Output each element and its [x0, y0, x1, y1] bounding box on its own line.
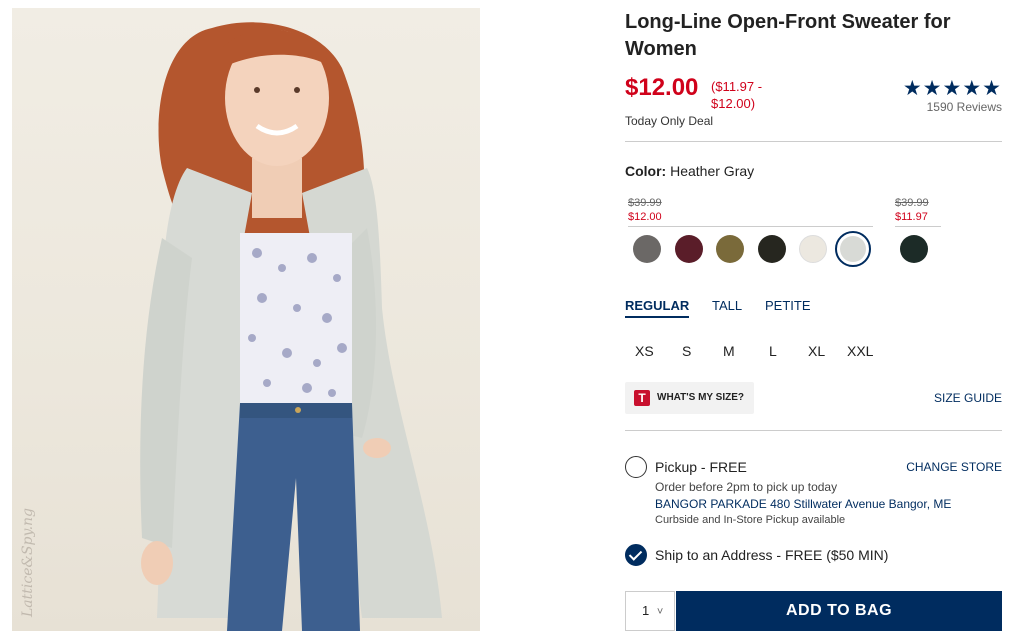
size-option-xl[interactable]: XL — [808, 343, 825, 359]
pickup-radio[interactable] — [625, 456, 647, 478]
size-guide-link[interactable]: SIZE GUIDE — [934, 391, 1002, 405]
pickup-option-label[interactable]: Pickup - FREE — [655, 459, 747, 475]
sale-price: $12.00 — [625, 74, 699, 101]
swatch-group-divider — [895, 226, 941, 227]
change-store-link[interactable]: CHANGE STORE — [906, 460, 1002, 474]
color-label: Color: — [625, 163, 667, 179]
size-option-xxl[interactable]: XXL — [847, 343, 873, 359]
color-swatch-charcoal[interactable] — [633, 235, 661, 263]
whats-my-size-button[interactable]: T WHAT'S MY SIZE? — [625, 382, 754, 414]
color-value: Heather Gray — [670, 163, 755, 179]
quantity-value: 1 — [642, 603, 650, 618]
deal-label: Today Only Deal — [625, 114, 714, 128]
swatch-group-price: $39.99 $12.00 — [628, 196, 662, 224]
size-option-xs[interactable]: XS — [635, 343, 654, 359]
curbside-info-text: Curbside and In-Store Pickup available — [655, 514, 846, 526]
discount-price: $12.00 — [628, 211, 662, 223]
quantity-select[interactable]: 1 ˅ — [625, 591, 675, 631]
original-price: $39.99 — [628, 197, 662, 209]
color-swatch-burgundy[interactable] — [675, 235, 703, 263]
rating-stars-icon[interactable]: ★★★★★ — [903, 76, 1002, 101]
swatch-group-price: $39.99 $11.97 — [895, 196, 929, 224]
size-option-l[interactable]: L — [769, 343, 777, 359]
product-image[interactable]: Lattice&Spy.ng — [12, 8, 480, 631]
tab-regular[interactable]: REGULAR — [625, 298, 690, 318]
swatch-group-divider — [628, 226, 873, 227]
color-swatch-heather-gray[interactable] — [835, 231, 871, 267]
watermark-text: Lattice&Spy.ng — [20, 508, 36, 617]
pickup-info-text: Order before 2pm to pick up today — [655, 480, 838, 494]
product-photo-illustration — [140, 22, 442, 631]
size-option-s[interactable]: S — [682, 343, 691, 359]
color-swatch-black[interactable] — [758, 235, 786, 263]
ship-radio-checkmark-icon[interactable] — [625, 544, 647, 566]
color-swatch-olive[interactable] — [716, 235, 744, 263]
color-selection-label: Color: Heather Gray — [625, 163, 754, 179]
size-option-m[interactable]: M — [723, 343, 735, 359]
price-range: ($11.97 - $12.00) — [711, 79, 763, 111]
tab-petite[interactable]: PETITE — [765, 298, 811, 313]
color-swatch-cream[interactable] — [799, 235, 827, 263]
whats-my-size-label: WHAT'S MY SIZE? — [657, 392, 745, 403]
store-address-link[interactable]: BANGOR PARKADE 480 Stillwater Avenue Ban… — [655, 497, 951, 511]
discount-price: $11.97 — [895, 211, 928, 223]
original-price: $39.99 — [895, 197, 929, 209]
chevron-down-icon: ˅ — [656, 606, 664, 618]
divider — [625, 430, 1002, 431]
add-to-bag-button[interactable]: ADD TO BAG — [676, 591, 1002, 631]
tab-tall[interactable]: TALL — [712, 298, 742, 313]
reviews-link[interactable]: 1590 Reviews — [927, 100, 1002, 114]
ship-option-label[interactable]: Ship to an Address - FREE ($50 MIN) — [655, 547, 888, 563]
true-fit-logo-icon: T — [634, 390, 650, 406]
product-title: Long-Line Open-Front Sweater for Women — [625, 11, 951, 60]
color-swatch-dark-green[interactable] — [900, 235, 928, 263]
divider — [625, 141, 1002, 142]
